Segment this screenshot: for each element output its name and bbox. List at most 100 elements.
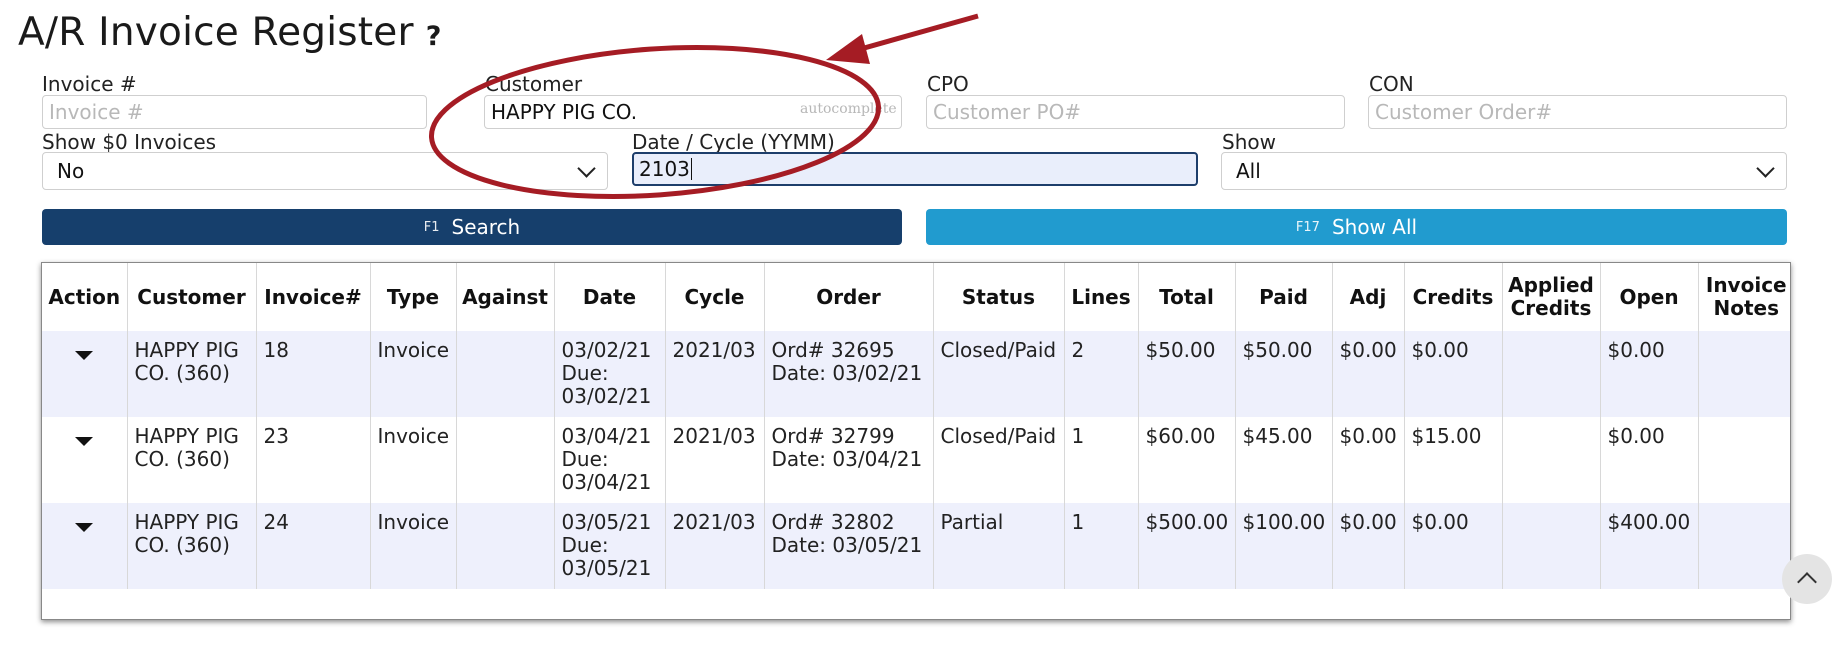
annotation-arrow-head	[826, 34, 870, 64]
chevron-up-icon	[1797, 572, 1817, 592]
date-cell: 03/02/21 Due: 03/02/21	[554, 331, 666, 417]
invoice-input[interactable]	[42, 95, 427, 129]
lines-cell: 1	[1064, 417, 1139, 503]
col-credits[interactable]: Credits	[1404, 263, 1503, 331]
search-button-label: Search	[451, 215, 521, 239]
col-cycle[interactable]: Cycle	[665, 263, 765, 331]
text-caret	[690, 158, 692, 180]
customer-cell: HAPPY PIG CO. (360)	[127, 331, 257, 417]
col-paid[interactable]: Paid	[1235, 263, 1333, 331]
paid-cell: $100.00	[1235, 503, 1333, 589]
con-input[interactable]	[1368, 95, 1787, 129]
status-cell: Partial	[933, 503, 1065, 589]
customer-label: Customer	[485, 72, 583, 96]
customer-cell: HAPPY PIG CO. (360)	[127, 417, 257, 503]
invoice-notes-cell	[1698, 331, 1790, 417]
total-cell: $50.00	[1138, 331, 1236, 417]
col-status[interactable]: Status	[933, 263, 1065, 331]
status-cell: Closed/Paid	[933, 331, 1065, 417]
row-action-cell	[42, 331, 128, 417]
paid-cell: $45.00	[1235, 417, 1333, 503]
lines-cell: 2	[1064, 331, 1139, 417]
invoice-cell: 18	[256, 331, 371, 417]
show-all-shortcut-key: F17	[1295, 219, 1320, 235]
table-row: HAPPY PIG CO. (360) 24 Invoice 03/05/21 Du…	[42, 503, 1790, 589]
annotation-arrow-shaft	[849, 13, 979, 55]
adj-cell: $0.00	[1332, 503, 1405, 589]
show-all-button[interactable]: F17 Show All	[926, 209, 1787, 245]
customer-input[interactable]	[484, 95, 902, 129]
cycle-cell: 2021/03	[665, 417, 765, 503]
date-cycle-value: 2103	[639, 157, 690, 181]
caret-down-icon[interactable]	[75, 437, 94, 446]
open-cell: $0.00	[1600, 417, 1699, 503]
col-open[interactable]: Open	[1600, 263, 1699, 331]
col-customer[interactable]: Customer	[127, 263, 257, 331]
table-row: HAPPY PIG CO. (360) 18 Invoice 03/02/21 Du…	[42, 331, 1790, 417]
page-title: A/R Invoice Register?	[18, 10, 442, 55]
adj-cell: $0.00	[1332, 331, 1405, 417]
invoice-notes-cell	[1698, 503, 1790, 589]
table-header-row: Action Customer Invoice# Type Against Da…	[42, 263, 1790, 331]
date-cycle-label: Date / Cycle (YYMM)	[632, 130, 835, 154]
order-cell: Ord# 32799 Date: 03/04/21	[764, 417, 934, 503]
col-type[interactable]: Type	[370, 263, 457, 331]
col-order[interactable]: Order	[764, 263, 934, 331]
search-button[interactable]: F1 Search	[42, 209, 902, 245]
against-cell	[456, 417, 555, 503]
col-date[interactable]: Date	[554, 263, 666, 331]
applied-credits-cell	[1502, 503, 1601, 589]
total-cell: $60.00	[1138, 417, 1236, 503]
cycle-cell: 2021/03	[665, 331, 765, 417]
paid-cell: $50.00	[1235, 331, 1333, 417]
customer-cell: HAPPY PIG CO. (360)	[127, 503, 257, 589]
adj-cell: $0.00	[1332, 417, 1405, 503]
invoice-label: Invoice #	[42, 72, 137, 96]
order-cell: Ord# 32695 Date: 03/02/21	[764, 331, 934, 417]
col-adj[interactable]: Adj	[1332, 263, 1405, 331]
show-label: Show	[1222, 130, 1276, 154]
open-cell: $400.00	[1600, 503, 1699, 589]
col-total[interactable]: Total	[1138, 263, 1236, 331]
chevron-down-icon	[1756, 158, 1775, 178]
status-cell: Closed/Paid	[933, 417, 1065, 503]
open-cell: $0.00	[1600, 331, 1699, 417]
col-invoice[interactable]: Invoice#	[256, 263, 371, 331]
date-cell: 03/04/21 Due: 03/04/21	[554, 417, 666, 503]
help-icon[interactable]: ?	[426, 21, 442, 52]
total-cell: $500.00	[1138, 503, 1236, 589]
scroll-to-top-button[interactable]	[1782, 554, 1832, 604]
show-value: All	[1236, 159, 1261, 183]
show-select[interactable]: All	[1221, 152, 1787, 190]
cpo-label: CPO	[927, 72, 969, 96]
col-invoice-notes[interactable]: Invoice Notes	[1698, 263, 1790, 331]
show-zero-label: Show $0 Invoices	[42, 130, 217, 154]
type-cell: Invoice	[370, 331, 457, 417]
credits-cell: $15.00	[1404, 417, 1503, 503]
chevron-down-icon	[577, 158, 596, 178]
row-action-cell	[42, 503, 128, 589]
caret-down-icon[interactable]	[75, 351, 94, 360]
type-cell: Invoice	[370, 503, 457, 589]
applied-credits-cell	[1502, 417, 1601, 503]
cpo-input[interactable]	[926, 95, 1345, 129]
cycle-cell: 2021/03	[665, 503, 765, 589]
show-all-button-label: Show All	[1331, 215, 1418, 239]
order-cell: Ord# 32802 Date: 03/05/21	[764, 503, 934, 589]
caret-down-icon[interactable]	[75, 523, 94, 532]
col-action[interactable]: Action	[42, 263, 128, 331]
against-cell	[456, 503, 555, 589]
invoice-table: Action Customer Invoice# Type Against Da…	[41, 262, 1791, 620]
invoice-cell: 24	[256, 503, 371, 589]
col-lines[interactable]: Lines	[1064, 263, 1139, 331]
invoice-cell: 23	[256, 417, 371, 503]
date-cycle-input[interactable]: 2103	[632, 152, 1198, 186]
col-applied-credits[interactable]: Applied Credits	[1502, 263, 1601, 331]
credits-cell: $0.00	[1404, 503, 1503, 589]
applied-credits-cell	[1502, 331, 1601, 417]
row-action-cell	[42, 417, 128, 503]
show-zero-select[interactable]: No	[42, 152, 608, 190]
against-cell	[456, 331, 555, 417]
table-row: HAPPY PIG CO. (360) 23 Invoice 03/04/21 Du…	[42, 417, 1790, 503]
col-against[interactable]: Against	[456, 263, 555, 331]
